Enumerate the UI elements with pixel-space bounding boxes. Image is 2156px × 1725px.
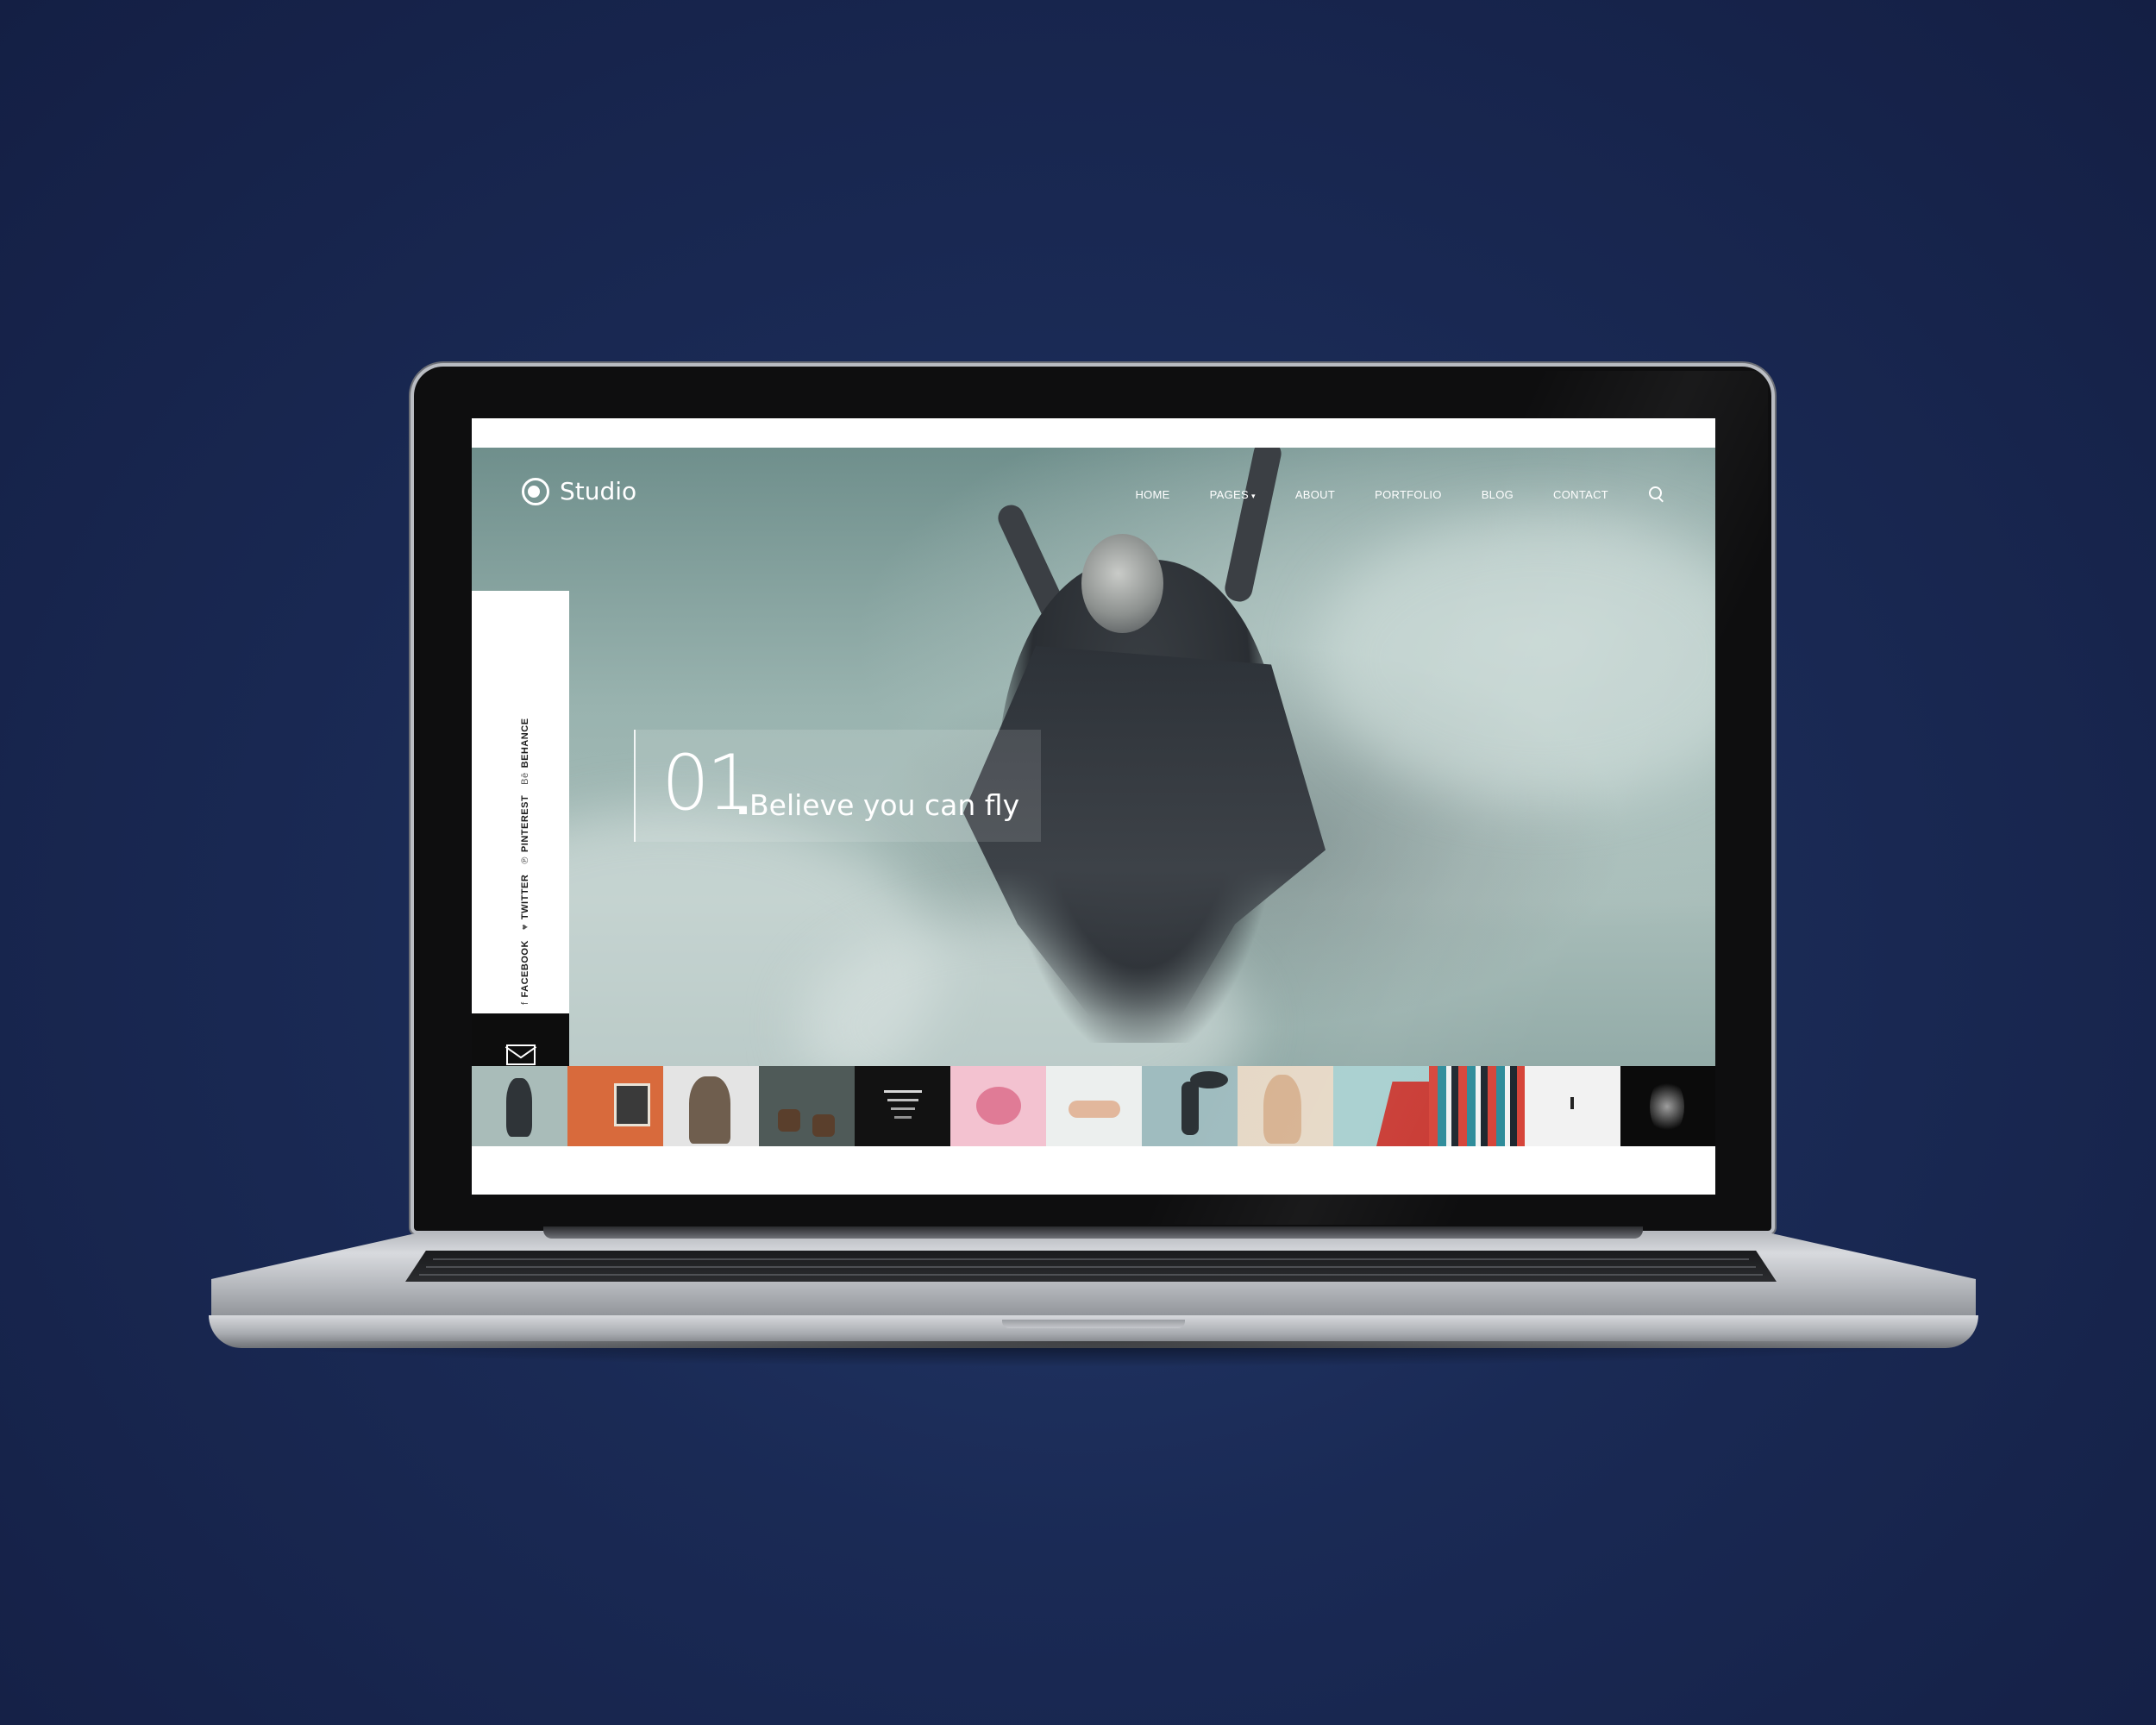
chevron-down-icon: ▾ [1250, 491, 1256, 500]
twitter-icon: ♥ [520, 924, 530, 931]
slide-caption: 01 . Believe you can fly [634, 730, 1041, 842]
thumbnail[interactable] [759, 1066, 855, 1146]
thumbnail[interactable] [567, 1066, 663, 1146]
nav-about[interactable]: ABOUT [1295, 488, 1335, 501]
thumbnail[interactable] [663, 1066, 759, 1146]
social-sidebar: f FACEBOOK ♥ TWITTER ℗ PINTEREST Bē BEHANCE [472, 591, 569, 1013]
laptop-screen: Studio HOME PAGES ▾ ABOUT PORTFOLIO BLOG … [472, 418, 1715, 1195]
thumbnail[interactable] [1238, 1066, 1333, 1146]
social-pinterest[interactable]: ℗ PINTEREST [520, 795, 530, 864]
nav-home[interactable]: HOME [1135, 488, 1169, 501]
laptop-mockup: Studio HOME PAGES ▾ ABOUT PORTFOLIO BLOG … [0, 0, 2156, 1725]
nav-portfolio[interactable]: PORTFOLIO [1375, 488, 1442, 501]
social-facebook[interactable]: f FACEBOOK [520, 940, 530, 1005]
thumbnail-strip [472, 1066, 1715, 1146]
thumbnail[interactable] [1333, 1066, 1429, 1146]
laptop-keyboard [405, 1251, 1777, 1282]
thumbnail[interactable] [1429, 1066, 1525, 1146]
thumbnail[interactable] [1142, 1066, 1238, 1146]
social-twitter[interactable]: ♥ TWITTER [520, 875, 530, 930]
thumbnail[interactable] [950, 1066, 1046, 1146]
hero-slider: Studio HOME PAGES ▾ ABOUT PORTFOLIO BLOG … [472, 448, 1715, 1095]
site-logo[interactable]: Studio [522, 477, 636, 505]
mail-icon [505, 1044, 536, 1065]
logo-text: Studio [560, 477, 637, 505]
slide-title: Believe you can fly [749, 788, 1020, 822]
behance-icon: Bē [520, 772, 530, 785]
thumbnail[interactable] [1525, 1066, 1620, 1146]
thumbnail[interactable] [472, 1066, 567, 1146]
fog-shape [1317, 517, 1715, 801]
main-nav: HOME PAGES ▾ ABOUT PORTFOLIO BLOG CONTACT [1135, 486, 1665, 503]
nav-contact[interactable]: CONTACT [1553, 488, 1608, 501]
trackpad-notch [1002, 1320, 1185, 1328]
hero-figure-arm [1222, 448, 1284, 605]
pinterest-icon: ℗ [520, 856, 530, 864]
social-links: f FACEBOOK ♥ TWITTER ℗ PINTEREST Bē BEHANCE [520, 718, 530, 1005]
nav-pages[interactable]: PAGES ▾ [1210, 488, 1256, 501]
nav-blog[interactable]: BLOG [1482, 488, 1514, 501]
thumbnail[interactable] [1046, 1066, 1142, 1146]
search-icon[interactable] [1648, 486, 1665, 503]
logo-icon [522, 477, 549, 505]
hero-figure-head [1081, 534, 1163, 633]
facebook-icon: f [520, 1001, 530, 1005]
slide-number-dot: . [736, 767, 751, 826]
thumbnail[interactable] [855, 1066, 950, 1146]
social-behance[interactable]: Bē BEHANCE [520, 718, 530, 784]
laptop-shadow [224, 1341, 1966, 1367]
laptop-hinge [543, 1226, 1643, 1239]
thumbnail[interactable] [1620, 1066, 1715, 1146]
